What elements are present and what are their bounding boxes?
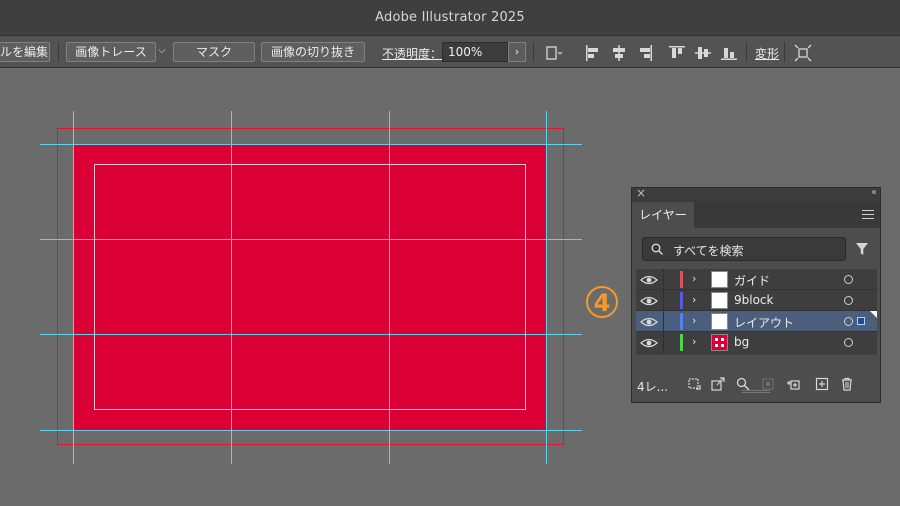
mask-button[interactable]: マスク (173, 42, 255, 62)
chevron-right-icon[interactable]: › (692, 335, 696, 348)
chevron-right-icon[interactable]: › (692, 293, 696, 306)
layer-list: › ガイド › 9block › レイアウト › bg (636, 269, 877, 355)
layer-row-layout[interactable]: › レイアウト (636, 311, 877, 332)
layer-name[interactable]: ガイド (734, 272, 770, 289)
illustrator-window: Adobe Illustrator 2025 ルを編集 画像トレース ⌵ マスク… (0, 0, 900, 506)
isolate-icon[interactable] (794, 44, 812, 62)
eye-icon[interactable] (640, 315, 658, 329)
resize-grip[interactable] (742, 390, 770, 393)
align-middle-icon[interactable] (694, 44, 712, 62)
layer-row-guide[interactable]: › ガイド (636, 269, 877, 290)
panel-header: × ‹‹ (632, 186, 880, 202)
close-icon[interactable]: × (636, 186, 646, 200)
locate-object-icon[interactable] (736, 377, 750, 391)
edit-button[interactable]: ルを編集 (0, 42, 50, 62)
export-icon[interactable] (711, 377, 725, 391)
layers-panel: × ‹‹ レイヤー すべてを検索 › ガイド › 9block › レイアウト … (631, 186, 881, 403)
bg-thumbnail-art (712, 335, 727, 350)
target-icon[interactable] (844, 296, 853, 305)
opacity-label: 不透明度： (382, 47, 443, 61)
selection-indicator[interactable] (857, 317, 865, 325)
search-icon (651, 243, 664, 256)
chevron-right-icon[interactable]: › (692, 314, 696, 327)
layer-name[interactable]: レイアウト (734, 314, 794, 331)
panel-footer: 4レ... (632, 372, 880, 394)
layer-color-bar (680, 334, 683, 351)
new-sublayer-icon[interactable] (786, 377, 800, 391)
layer-color-bar (680, 292, 683, 309)
layer-color-bar (680, 313, 683, 330)
layer-name[interactable]: bg (734, 335, 749, 349)
eye-icon[interactable] (640, 273, 658, 287)
chevron-right-icon[interactable]: › (692, 272, 696, 285)
align-bottom-icon[interactable] (720, 44, 738, 62)
panel-tab-row: レイヤー (632, 202, 880, 228)
tab-layers[interactable]: レイヤー (632, 202, 694, 228)
step-number-badge: 4 (586, 286, 618, 318)
crop-image-button[interactable]: 画像の切り抜き (261, 42, 365, 62)
divider (533, 42, 534, 62)
panel-menu-icon[interactable] (862, 210, 874, 220)
divider (784, 42, 785, 62)
target-icon[interactable] (844, 275, 853, 284)
search-placeholder: すべてを検索 (673, 244, 744, 258)
opacity-input[interactable]: 100% (442, 42, 508, 62)
divider (663, 269, 664, 290)
eye-icon[interactable] (640, 294, 658, 308)
layer-thumbnail (711, 313, 728, 330)
clipping-mask-icon (762, 378, 774, 390)
transform-link[interactable]: 変形 (755, 45, 779, 62)
new-layer-icon[interactable] (815, 377, 829, 391)
filter-icon[interactable] (855, 242, 869, 256)
align-right-icon[interactable] (636, 44, 654, 62)
divider (663, 290, 664, 311)
align-top-icon[interactable] (668, 44, 686, 62)
layer-thumbnail (711, 271, 728, 288)
target-icon[interactable] (844, 317, 853, 326)
collapse-icon[interactable]: ‹‹ (871, 187, 877, 198)
layer-search-input[interactable]: すべてを検索 (642, 237, 846, 261)
align-left-icon[interactable] (584, 44, 602, 62)
window-title: Adobe Illustrator 2025 (375, 10, 525, 25)
trash-icon[interactable] (840, 377, 854, 391)
divider (58, 42, 59, 62)
layer-row-bg[interactable]: › bg (636, 332, 877, 353)
divider (663, 332, 664, 353)
title-bar: Adobe Illustrator 2025 (0, 0, 900, 36)
align-center-icon[interactable] (610, 44, 628, 62)
target-icon[interactable] (844, 338, 853, 347)
current-layer-marker (870, 311, 877, 318)
artboard (73, 144, 547, 430)
chevron-down-icon[interactable]: ⌵ (158, 46, 168, 56)
divider (663, 311, 664, 332)
control-bar: ルを編集 画像トレース ⌵ マスク 画像の切り抜き 不透明度： 100% › 変… (0, 36, 900, 68)
layer-thumbnail (711, 292, 728, 309)
divider (746, 42, 747, 62)
opacity-arrow-button[interactable]: › (508, 42, 526, 62)
layer-count: 4レ... (637, 380, 669, 394)
layer-thumbnail (711, 334, 728, 351)
image-trace-button[interactable]: 画像トレース (66, 42, 156, 62)
collect-export-icon[interactable] (687, 377, 701, 391)
layer-row-9block[interactable]: › 9block (636, 290, 877, 311)
eye-icon[interactable] (640, 336, 658, 350)
document-setup-icon[interactable] (545, 44, 563, 62)
layer-name[interactable]: 9block (734, 293, 773, 307)
layer-color-bar (680, 271, 683, 288)
